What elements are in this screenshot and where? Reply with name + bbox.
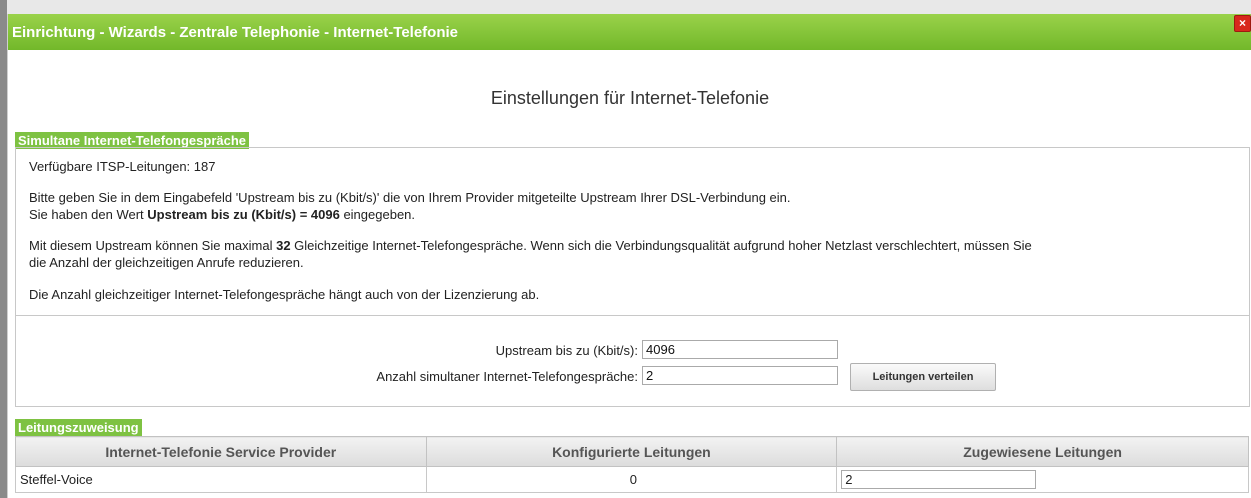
column-header-provider: Internet-Telefonie Service Provider [15, 436, 427, 467]
max-calls-bold: 32 [276, 238, 291, 253]
capacity-text-line2: die Anzahl der gleichzeitigen Anrufe red… [29, 255, 304, 270]
top-frame-strip [0, 0, 1251, 14]
license-note: Die Anzahl gleichzeitiger Internet-Telef… [29, 287, 540, 302]
column-header-configured: Konfigurierte Leitungen [425, 436, 838, 467]
configured-lines-cell: 0 [425, 466, 838, 493]
section-legend-assignment: Leitungszuweisung [15, 419, 142, 436]
capacity-text: Mit diesem Upstream können Sie maximal 3… [29, 238, 1032, 253]
upstream-input[interactable]: 4096 [642, 340, 838, 359]
simultaneous-section: Verfügbare ITSP-Leitungen: 187 Bitte geb… [15, 147, 1250, 316]
upstream-label: Upstream bis zu (Kbit/s): [495, 343, 638, 358]
table-header-row: Internet-Telefonie Service Provider Konf… [15, 436, 1249, 467]
distribute-lines-button[interactable]: Leitungen verteilen [850, 363, 996, 391]
dialog-title: Einrichtung - Wizards - Zentrale Telepho… [12, 24, 459, 41]
dialog-titlebar: Einrichtung - Wizards - Zentrale Telepho… [8, 14, 1251, 50]
available-lines-text: Verfügbare ITSP-Leitungen: 187 [29, 159, 216, 174]
close-icon[interactable]: × [1234, 15, 1251, 32]
table-row: Steffel-Voice 0 2 [15, 466, 1249, 493]
line-assignment-table: Internet-Telefonie Service Provider Konf… [15, 436, 1249, 493]
assigned-lines-cell: 2 [836, 466, 1249, 493]
page-title: Einstellungen für Internet-Telefonie [490, 88, 770, 108]
left-frame-border [0, 0, 7, 498]
entered-value-text: Sie haben den Wert Upstream bis zu (Kbit… [29, 207, 416, 222]
dialog-window: Einrichtung - Wizards - Zentrale Telepho… [7, 14, 1251, 498]
upstream-instructions: Bitte geben Sie in dem Eingabefeld 'Upst… [29, 190, 791, 205]
upstream-form: Upstream bis zu (Kbit/s): 4096 Anzahl si… [15, 315, 1250, 407]
simultaneous-calls-label: Anzahl simultaner Internet-Telefongesprä… [376, 369, 638, 384]
simultaneous-calls-input[interactable]: 2 [642, 366, 838, 385]
entered-value-bold: Upstream bis zu (Kbit/s) = 4096 [147, 207, 340, 222]
assigned-lines-input[interactable]: 2 [841, 470, 1037, 489]
provider-cell: Steffel-Voice [15, 466, 427, 493]
column-header-assigned: Zugewiesene Leitungen [836, 436, 1249, 467]
